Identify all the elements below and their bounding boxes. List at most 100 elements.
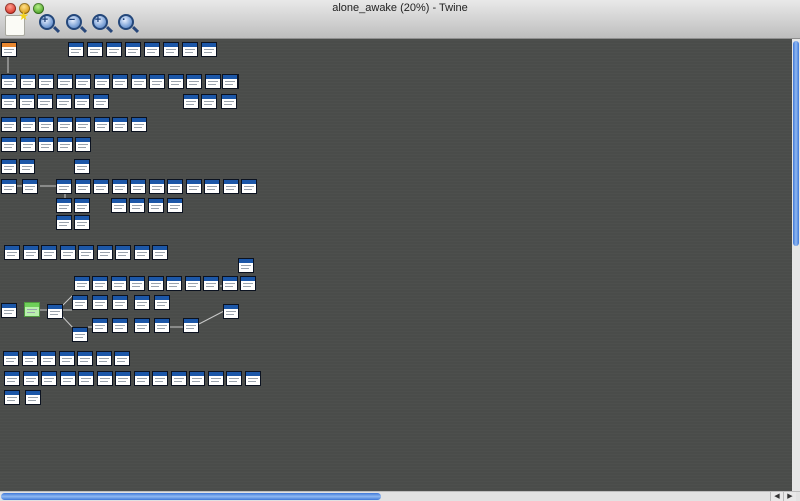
passage-card[interactable] [183, 318, 199, 333]
selected-passage[interactable] [24, 302, 40, 317]
passage-card[interactable] [111, 179, 128, 194]
zoom-in-button[interactable]: + [39, 14, 61, 34]
passage-card[interactable] [244, 371, 261, 386]
passage-card[interactable] [1, 74, 17, 89]
passage-card[interactable] [148, 198, 164, 213]
passage-card[interactable] [184, 276, 201, 291]
passage-card[interactable] [144, 42, 160, 57]
passage-card[interactable] [148, 179, 165, 194]
passage-card[interactable] [96, 371, 113, 386]
passage-card[interactable] [154, 318, 170, 333]
zoom-fit-button[interactable]: · [118, 14, 140, 34]
passage-card[interactable] [130, 179, 146, 194]
passage-card[interactable] [163, 42, 179, 57]
horizontal-scroll-thumb[interactable] [1, 493, 381, 500]
passage-card[interactable] [114, 351, 130, 366]
passage-card[interactable] [152, 371, 168, 386]
passage-card[interactable] [154, 295, 170, 310]
passage-card[interactable] [25, 390, 41, 405]
passage-card[interactable] [19, 159, 35, 174]
passage-card[interactable] [223, 304, 239, 319]
passage-card[interactable] [167, 198, 183, 213]
passage-card[interactable] [4, 371, 20, 386]
passage-card[interactable] [201, 94, 217, 109]
passage-card[interactable] [112, 74, 128, 89]
passage-card[interactable] [201, 42, 217, 57]
passage-card[interactable] [58, 351, 75, 366]
passage-card[interactable] [182, 42, 198, 57]
passage-card[interactable] [238, 258, 254, 273]
passage-card[interactable] [166, 276, 182, 291]
passage-card[interactable] [129, 276, 145, 291]
passage-card[interactable] [19, 94, 35, 109]
passage-card[interactable] [74, 179, 91, 194]
passage-card[interactable] [93, 74, 110, 89]
passage-card[interactable] [38, 137, 54, 152]
passage-card[interactable] [56, 215, 72, 230]
passage-card[interactable] [74, 159, 90, 174]
story-map-canvas[interactable] [0, 39, 792, 491]
passage-card[interactable] [41, 245, 57, 260]
passage-card[interactable] [21, 351, 38, 366]
passage-card[interactable] [133, 245, 150, 260]
passage-card[interactable] [38, 74, 54, 89]
passage-card[interactable] [167, 74, 184, 89]
passage-card[interactable] [134, 295, 150, 310]
passage-card[interactable] [112, 117, 128, 132]
passage-card[interactable] [96, 245, 113, 260]
passage-card[interactable] [115, 245, 131, 260]
passage-card[interactable] [92, 295, 108, 310]
passage-card[interactable] [112, 318, 128, 333]
passage-card[interactable] [207, 371, 224, 386]
passage-card[interactable] [115, 371, 131, 386]
passage-card[interactable] [72, 327, 88, 342]
passage-card[interactable] [1, 303, 17, 318]
passage-card[interactable] [4, 245, 20, 260]
passage-card[interactable] [19, 117, 36, 132]
passage-card[interactable] [133, 371, 150, 386]
passage-card[interactable] [68, 42, 84, 57]
passage-card[interactable] [59, 245, 76, 260]
passage-card[interactable] [41, 371, 57, 386]
passage-card[interactable] [75, 137, 91, 152]
vertical-scroll-thumb[interactable] [793, 41, 799, 246]
passage-card[interactable] [147, 276, 164, 291]
passage-card[interactable] [74, 276, 90, 291]
passage-card[interactable] [56, 74, 73, 89]
passage-card[interactable] [1, 94, 17, 109]
passage-card[interactable] [183, 94, 199, 109]
passage-card[interactable] [203, 276, 219, 291]
passage-card[interactable] [77, 351, 93, 366]
passage-card[interactable] [3, 351, 19, 366]
passage-card[interactable] [78, 245, 94, 260]
passage-card[interactable] [125, 42, 141, 57]
start-passage[interactable] [1, 42, 17, 57]
passage-card[interactable] [186, 74, 202, 89]
passage-card[interactable] [185, 179, 202, 194]
passage-card[interactable] [222, 74, 238, 89]
passage-card[interactable] [130, 74, 147, 89]
passage-card[interactable] [204, 74, 221, 89]
passage-card[interactable] [22, 179, 38, 194]
passage-card[interactable] [226, 371, 242, 386]
passage-card[interactable] [189, 371, 205, 386]
passage-card[interactable] [47, 304, 63, 319]
passage-card[interactable] [74, 198, 90, 213]
zoom-in-large-button[interactable]: + [92, 14, 114, 34]
passage-card[interactable] [221, 94, 237, 109]
passage-card[interactable] [111, 198, 127, 213]
passage-card[interactable] [152, 245, 168, 260]
passage-card[interactable] [75, 117, 91, 132]
passage-card[interactable] [38, 117, 54, 132]
passage-card[interactable] [130, 117, 147, 132]
passage-card[interactable] [92, 276, 108, 291]
passage-card[interactable] [221, 276, 238, 291]
zoom-out-button[interactable]: − [66, 14, 88, 34]
passage-card[interactable] [40, 351, 56, 366]
passage-card[interactable] [1, 179, 17, 194]
passage-card[interactable] [4, 390, 20, 405]
new-passage-button[interactable]: ★ [5, 10, 29, 36]
passage-card[interactable] [56, 179, 72, 194]
passage-card[interactable] [129, 198, 145, 213]
passage-card[interactable] [93, 179, 109, 194]
